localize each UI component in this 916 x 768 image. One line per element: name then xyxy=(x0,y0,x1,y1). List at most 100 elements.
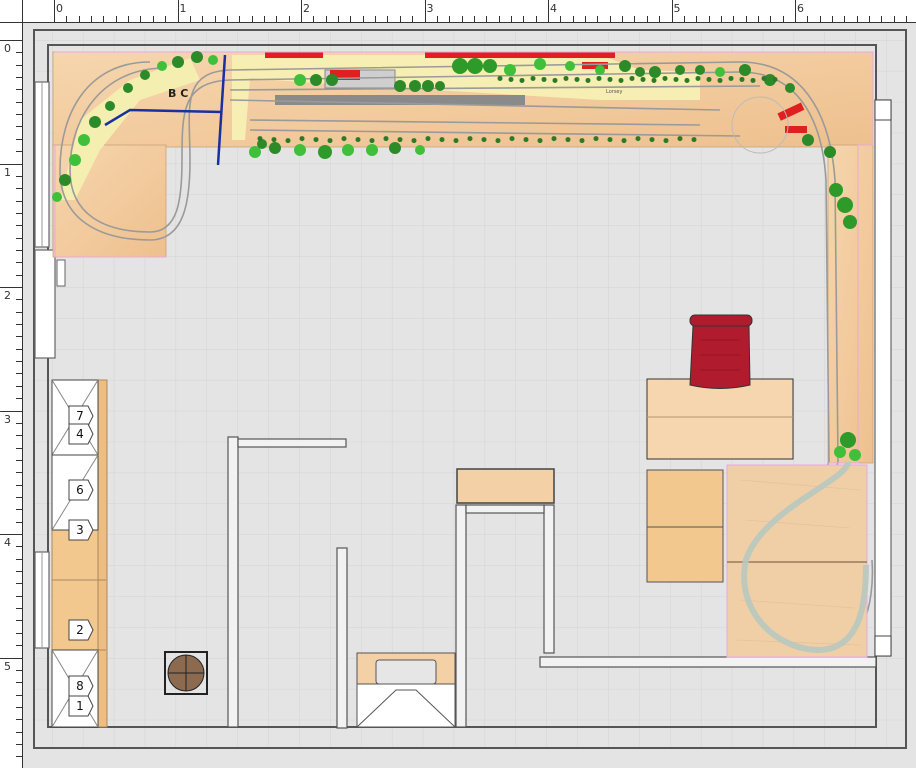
shrub xyxy=(530,75,536,81)
tree xyxy=(389,142,401,154)
tree xyxy=(59,174,71,186)
shrub xyxy=(285,138,291,144)
ruler-tick xyxy=(399,16,401,22)
ruler-tick xyxy=(16,595,22,597)
ruler-tick xyxy=(16,731,22,733)
ruler-tick xyxy=(609,16,611,22)
ruler-tick xyxy=(226,16,228,22)
ruler-top-label: 4 xyxy=(550,2,557,15)
window-left-lower[interactable] xyxy=(34,551,50,649)
shrub xyxy=(772,76,778,82)
window-left-upper[interactable] xyxy=(34,81,50,248)
tree xyxy=(635,67,645,77)
ruler-top-label: 6 xyxy=(797,2,804,15)
ruler-tick xyxy=(412,16,414,22)
ruler-tick xyxy=(585,16,587,22)
ruler-tick xyxy=(498,16,500,22)
ruler-tick xyxy=(16,447,22,449)
ruler-top-label: 0 xyxy=(56,2,63,15)
ruler-tick xyxy=(16,77,22,79)
track-section-label: B C xyxy=(168,87,188,100)
tree xyxy=(208,55,218,65)
ruler-left-label: 5 xyxy=(4,659,11,673)
ruler-tick xyxy=(622,16,624,22)
shrub xyxy=(565,137,571,143)
ruler-tick xyxy=(16,126,22,128)
office-chair[interactable] xyxy=(689,314,753,389)
ruler-tick xyxy=(16,225,22,227)
ruler-tick xyxy=(16,719,22,721)
ruler-tick xyxy=(646,16,648,22)
ruler-tick xyxy=(214,16,216,22)
station-sign-label: Lorsey xyxy=(606,89,622,95)
shrub xyxy=(662,75,668,81)
shrub xyxy=(695,75,701,81)
ruler-tick xyxy=(263,16,265,22)
ruler-tick xyxy=(16,459,22,461)
ruler-tick xyxy=(844,16,846,22)
ruler-tick xyxy=(189,16,191,22)
shrub xyxy=(355,137,361,143)
tree xyxy=(483,59,497,73)
ruler-tick xyxy=(795,0,796,22)
ruler-tick xyxy=(165,16,167,22)
shrub xyxy=(519,77,525,83)
ruler-tick xyxy=(0,287,22,288)
ruler-tick xyxy=(16,212,22,214)
ruler-tick xyxy=(375,16,377,22)
shrub xyxy=(509,136,515,142)
furniture-number-tag[interactable]: 3 xyxy=(68,519,94,541)
ruler-tick xyxy=(0,410,22,412)
ruler-tick xyxy=(325,16,327,22)
ruler-tick xyxy=(16,472,22,474)
furniture-number-tag[interactable]: 7 xyxy=(68,405,94,427)
tree xyxy=(78,134,90,146)
partition-wall-middle[interactable] xyxy=(336,547,348,729)
ruler-tick xyxy=(720,16,722,22)
shrub xyxy=(299,136,305,142)
ruler-tick xyxy=(103,16,105,22)
ruler-tick xyxy=(276,16,278,22)
ruler-tick xyxy=(16,311,22,313)
furniture-number-tag[interactable]: 8 xyxy=(68,675,94,697)
furniture-number-tag[interactable]: 6 xyxy=(68,479,94,501)
ruler-tick xyxy=(288,16,290,22)
tree xyxy=(715,67,725,77)
ruler-tick xyxy=(436,16,438,22)
tree xyxy=(342,144,354,156)
ruler-tick xyxy=(16,373,22,375)
shrub xyxy=(497,75,503,81)
shrub xyxy=(677,136,683,142)
sink-unit[interactable] xyxy=(355,652,457,728)
tree xyxy=(366,144,378,156)
shrub xyxy=(621,138,627,144)
ruler-left-label: 0 xyxy=(4,42,11,55)
ruler-tick xyxy=(572,16,574,22)
tree xyxy=(269,142,281,154)
furniture-number-tag[interactable]: 1 xyxy=(68,695,94,717)
ruler-tick xyxy=(16,114,22,116)
shrub xyxy=(593,136,599,142)
ruler-tick xyxy=(16,669,22,671)
ruler-tick xyxy=(0,163,22,165)
window-right[interactable] xyxy=(874,99,892,657)
tree xyxy=(69,154,81,166)
floor-plan-canvas[interactable]: B C Lorsey 746328159 xyxy=(23,23,916,768)
shrub xyxy=(439,137,445,143)
ruler-tick xyxy=(16,509,22,511)
workbench-middle[interactable] xyxy=(456,468,555,504)
ruler-corner xyxy=(0,0,23,23)
ruler-tick xyxy=(16,249,22,251)
ruler-tick xyxy=(16,336,22,338)
tree xyxy=(843,215,857,229)
furniture-number-tag[interactable]: 4 xyxy=(68,423,94,445)
tree xyxy=(123,83,133,93)
tree xyxy=(89,116,101,128)
furniture-number-label: 2 xyxy=(76,623,84,637)
shrub xyxy=(607,76,613,82)
shrub xyxy=(397,137,403,143)
furniture-number-tag[interactable]: 2 xyxy=(68,619,94,641)
ruler-tick xyxy=(893,16,895,22)
ruler-tick xyxy=(683,16,685,22)
ruler-tick xyxy=(807,16,809,22)
